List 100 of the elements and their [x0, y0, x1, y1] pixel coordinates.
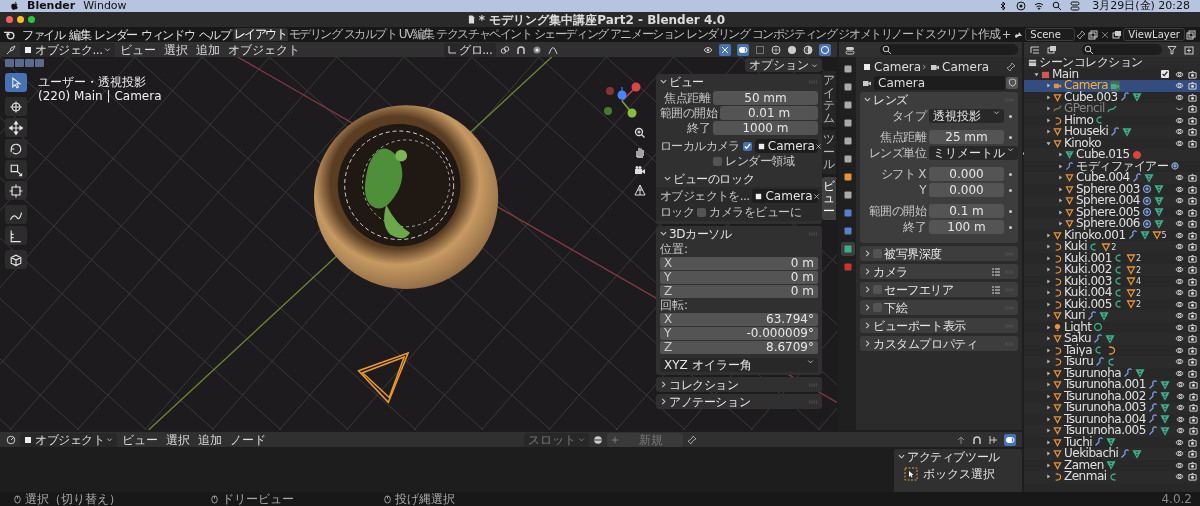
outliner-row[interactable]: Camera [1024, 80, 1200, 92]
workspace-tab[interactable]: レンダリング [684, 28, 751, 41]
object-field[interactable]: Camera [754, 139, 818, 153]
panel-header[interactable]: ビュー [656, 74, 822, 89]
panel-header[interactable]: レンズ [860, 92, 1018, 107]
subpanel-header[interactable]: ビューのロック [660, 171, 818, 186]
object-name: Saku [1064, 333, 1092, 345]
outliner-row[interactable]: Kuki.005 2 [1024, 298, 1200, 310]
sidebar-tab[interactable]: ツール [822, 130, 836, 174]
outliner-row[interactable]: Tsurunoha.002 [1024, 390, 1200, 402]
menu-item[interactable]: Window [83, 0, 127, 12]
breadcrumb-item[interactable]: Camera [874, 59, 922, 74]
outliner-row[interactable]: Tsurunoha.004 [1024, 413, 1200, 425]
menu-item[interactable]: レンダー [92, 27, 140, 42]
app-name-menu[interactable]: Blender [27, 0, 76, 12]
outliner-row[interactable]: Himo [1024, 114, 1200, 126]
dropdown[interactable]: ミリメートル [929, 146, 1018, 160]
outliner-row[interactable]: Sphere.003 [1024, 183, 1200, 195]
outliner-row[interactable]: Kinoko.001 5 [1024, 229, 1200, 241]
vector-field[interactable]: Z 8.6709° [660, 341, 818, 354]
number-field[interactable]: 50 mm [713, 91, 818, 105]
panel-header[interactable]: カスタムプロパティ [860, 336, 1018, 351]
menu-item[interactable]: 追加 [195, 432, 225, 447]
vector-field[interactable]: Y -0.000009° [660, 327, 818, 340]
outliner-row[interactable]: Tuchi [1024, 436, 1200, 448]
menu-item[interactable]: ヘルプ [196, 27, 233, 42]
menu-item[interactable]: ファイル [20, 27, 67, 42]
breadcrumb-item[interactable]: Camera [942, 59, 990, 74]
sidebar-tab[interactable]: ビュー [822, 176, 836, 220]
number-field[interactable]: 0.000 [929, 167, 1004, 181]
panel-title: セーフエリア [884, 282, 954, 297]
vector-field[interactable]: X 0 m [660, 257, 818, 270]
number-field[interactable]: 25 mm [929, 130, 1004, 144]
menu-item[interactable]: 編集 [66, 27, 93, 42]
workspace-tab[interactable]: シェーディング [532, 28, 609, 41]
object-name: Tsurunoha.003 [1064, 402, 1146, 414]
number-field[interactable]: 1000 m [713, 121, 818, 135]
panel-header[interactable]: セーフエリア [860, 282, 1018, 297]
field-label: 焦点距離 [663, 91, 710, 105]
workspace-tab[interactable]: ジオメトリノード [837, 28, 925, 41]
mode-dropdown[interactable]: オブジェクト [20, 432, 117, 447]
status-hint: 投げ縄選択 [395, 492, 455, 506]
panel-header[interactable]: ビューポート表示 [860, 318, 1018, 333]
outliner-row[interactable]: Tsurunoha [1024, 367, 1200, 379]
vector-field[interactable]: X 63.794° [660, 313, 818, 326]
field-label: 範囲の開始 [660, 106, 717, 120]
object-name: Sphere.004 [1076, 195, 1140, 207]
rotation-mode-dropdown[interactable]: XYZ オイラー角 [660, 358, 818, 372]
menu-item[interactable]: オブジェクト [225, 42, 304, 57]
vector-field[interactable]: Y 0 m [660, 271, 818, 284]
panel-header[interactable]: アノテーション [656, 394, 822, 409]
mode-dropdown[interactable]: オブジェク... [20, 42, 116, 57]
scene-field[interactable]: Scene [1025, 28, 1076, 41]
panel-header[interactable]: コレクション [656, 377, 822, 392]
panel-header[interactable]: カメラ [860, 264, 1018, 279]
workspace-tab[interactable]: レイアウト [232, 28, 288, 41]
object-name: Light [1064, 321, 1092, 333]
outliner-row[interactable]: Cube.003 [1024, 91, 1200, 103]
outliner-item[interactable]: シーンコレクション [1039, 57, 1143, 69]
workspace-tab[interactable]: コンポジティング [750, 28, 838, 41]
options-dropdown[interactable]: オプション [745, 58, 822, 72]
outliner-row[interactable]: Zamen [1024, 459, 1200, 471]
menu-item[interactable]: 選択 [161, 42, 192, 57]
panel-header[interactable]: 下絵 [860, 300, 1018, 315]
number-field[interactable]: 0.1 m [929, 204, 1004, 218]
outliner-row[interactable]: Kuki.001 2 [1024, 252, 1200, 264]
workspace-tab[interactable]: テクスチャペイント [435, 28, 533, 41]
vector-field[interactable]: Z 0 m [660, 285, 818, 298]
sidebar-tab[interactable]: アイテム [822, 71, 836, 127]
menu-item[interactable]: ビュー [119, 432, 161, 447]
status-hint: ドリービュー [222, 492, 294, 506]
menu-item[interactable]: 選択 [163, 432, 193, 447]
outliner-row[interactable]: Kuki.003 4 [1024, 275, 1200, 287]
menu-item[interactable]: 追加 [193, 42, 224, 57]
workspace-tab[interactable]: モデリング [287, 28, 343, 41]
outliner-row[interactable]: Taiya [1024, 344, 1200, 356]
number-field[interactable]: 0.000 [929, 183, 1004, 197]
outliner-row[interactable]: モディファイアー [1024, 160, 1200, 172]
object-name: Tsurunoha [1064, 367, 1122, 379]
panel-title: レンズ [873, 92, 908, 107]
outliner-row[interactable]: Light [1024, 321, 1200, 333]
panel-header[interactable]: 被写界深度 [860, 246, 1018, 261]
workspace-tab[interactable]: スカルプト [342, 28, 398, 41]
outliner-row[interactable]: Kinoko [1024, 137, 1200, 149]
workspace-tab[interactable]: アニメーション [608, 28, 685, 41]
outliner-row[interactable]: Main [1024, 68, 1200, 80]
view-layer-field[interactable]: ViewLayer [1123, 28, 1185, 41]
number-field[interactable]: 100 m [929, 220, 1004, 234]
workspace-tab[interactable]: スクリプト作成 [924, 28, 1001, 41]
panel-header[interactable]: 3Dカーソル [656, 226, 822, 241]
orientation-dropdown[interactable]: グロ... [444, 42, 497, 57]
workspace-tab[interactable]: UV編集 [397, 28, 436, 41]
object-field[interactable]: Camera [752, 189, 818, 203]
outliner-row[interactable]: Sphere.005 [1024, 206, 1200, 218]
number-field[interactable]: 0.01 m [720, 106, 818, 120]
menu-item[interactable]: ウィンドウ [139, 27, 197, 42]
menu-item[interactable]: ビュー [117, 42, 160, 57]
dropdown[interactable]: 透視投影 [929, 109, 1004, 123]
menu-item[interactable]: ノード [227, 432, 269, 447]
datablock-field[interactable]: Camera [874, 75, 1005, 90]
